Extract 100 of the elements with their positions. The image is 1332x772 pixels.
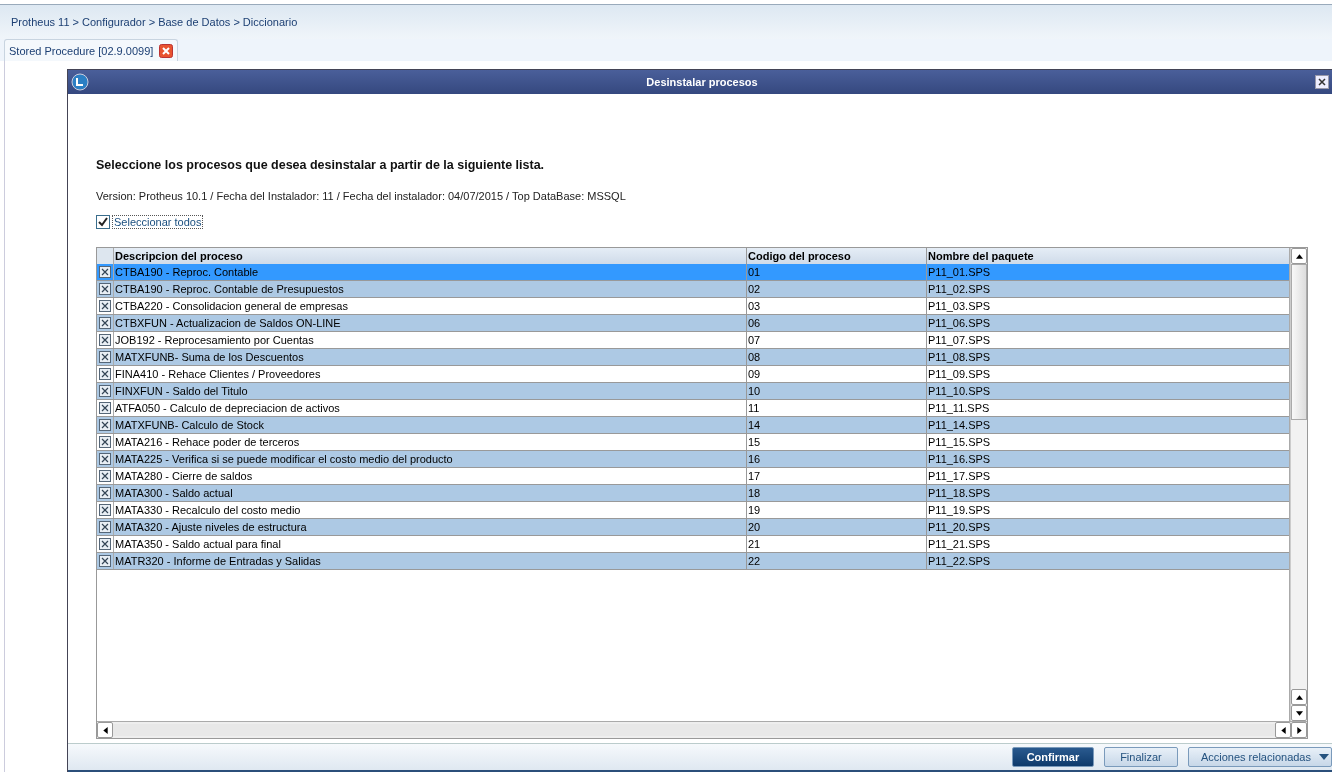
table-row[interactable]: MATA350 - Saldo actual para final 21 P11_21.SPS <box>97 536 1289 553</box>
table-cell: 08 <box>747 349 927 365</box>
table-row[interactable]: CTBA190 - Reproc. Contable 01 P11_01.SPS <box>97 264 1289 281</box>
action-button[interactable]: Finalizar <box>1103 747 1178 767</box>
close-icon[interactable] <box>159 43 174 58</box>
row-checkbox[interactable] <box>99 436 111 448</box>
row-checkbox[interactable] <box>99 470 111 482</box>
table-cell: 17 <box>747 468 927 484</box>
row-checkbox[interactable] <box>99 283 111 295</box>
header-corner-cell <box>97 248 114 264</box>
row-checkbox[interactable] <box>99 453 111 465</box>
table-cell: MATA330 - Recalculo del costo medio <box>114 502 747 518</box>
table-cell: MATA225 - Verifica si se puede modificar el costo medio del producto <box>114 451 747 467</box>
table-row[interactable]: CTBXFUN - Actualizacion de Saldos ON-LINE 06 P11_06.SPS <box>97 315 1289 332</box>
table-cell: MATXFUNB- Calculo de Stock <box>114 417 747 433</box>
row-checkbox[interactable] <box>99 402 111 414</box>
table-cell: MATR320 - Informe de Entradas y Salidas <box>114 553 747 569</box>
table-row[interactable]: MATA225 - Verifica si se puede modificar el costo medio del producto 16 P11_16.SPS <box>97 451 1289 468</box>
column-header[interactable]: Nombre del paquete <box>927 250 1289 262</box>
scroll-up-button[interactable] <box>1291 689 1307 705</box>
horizontal-scrollbar[interactable] <box>97 721 1307 738</box>
table-row[interactable]: MATXFUNB- Calculo de Stock 14 P11_14.SPS <box>97 417 1289 434</box>
row-checkbox[interactable] <box>99 504 111 516</box>
instruction-text: Seleccione los procesos que desea desinstalar a partir de la siguiente lista. <box>96 158 546 172</box>
row-checkbox[interactable] <box>99 351 111 363</box>
action-button[interactable]: Confirmar <box>1011 747 1094 767</box>
table-cell: MATA300 - Saldo actual <box>114 485 747 501</box>
table-cell: 15 <box>747 434 927 450</box>
table-row[interactable]: MATXFUNB- Suma de los Descuentos 08 P11_08.SPS <box>97 349 1289 366</box>
scroll-left-button[interactable] <box>97 722 113 738</box>
select-all-checkbox[interactable] <box>96 215 110 229</box>
scroll-down-button[interactable] <box>1291 705 1307 721</box>
table-cell: 14 <box>747 417 927 433</box>
table-cell-text: P11_07.SPS <box>927 334 992 346</box>
table-cell: JOB192 - Reprocesamiento por Cuentas <box>114 332 747 348</box>
table-cell: 19 <box>747 502 927 518</box>
up-arrow-icon <box>1295 693 1303 701</box>
table-cell-text: P11_19.SPS <box>927 504 992 516</box>
caret-icon <box>1319 754 1329 760</box>
table-row[interactable]: MATR320 - Informe de Entradas y Salidas 22 P11_22.SPS <box>97 553 1289 570</box>
row-checkbox[interactable] <box>99 385 111 397</box>
dropdown-button[interactable]: Acciones relacionadas <box>1187 747 1332 767</box>
table-cell: 01 <box>747 264 927 280</box>
table-cell: CTBA190 - Reproc. Contable <box>114 264 747 280</box>
table-cell: MATA350 - Saldo actual para final <box>114 536 747 552</box>
table-cell-text: P11_22.SPS <box>927 555 992 567</box>
scrollbar-thumb[interactable] <box>1291 264 1307 420</box>
table-cell-text: P11_14.SPS <box>927 419 992 431</box>
table-cell: 02 <box>747 281 927 297</box>
table-cell-text: P11_10.SPS <box>927 385 992 397</box>
row-checkbox[interactable] <box>99 317 111 329</box>
dialog-title: Desinstalar procesos <box>645 76 759 88</box>
table-row[interactable]: CTBA190 - Reproc. Contable de Presupuestos 02 P11_02.SPS <box>97 281 1289 298</box>
table-cell-text: P11_06.SPS <box>927 317 992 329</box>
table-cell: FINA410 - Rehace Clientes / Proveedores <box>114 366 747 382</box>
row-checkbox[interactable] <box>99 334 111 346</box>
row-checkbox[interactable] <box>99 538 111 550</box>
up-arrow-icon <box>1295 252 1303 260</box>
scroll-up-button[interactable] <box>1291 248 1307 264</box>
table-row[interactable]: CTBA220 - Consolidacion general de empresas 03 P11_03.SPS <box>97 298 1289 315</box>
row-checkbox[interactable] <box>99 521 111 533</box>
table-cell: MATA216 - Rehace poder de terceros <box>114 434 747 450</box>
table-row[interactable]: ATFA050 - Calculo de depreciacion de activos 11 P11_11.SPS <box>97 400 1289 417</box>
table-row[interactable]: FINA410 - Rehace Clientes / Proveedores 09 P11_09.SPS <box>97 366 1289 383</box>
table-cell: 21 <box>747 536 927 552</box>
table-cell-text: P11_08.SPS <box>927 351 992 363</box>
table-row[interactable]: MATA216 - Rehace poder de terceros 15 P11_15.SPS <box>97 434 1289 451</box>
table-cell: CTBA220 - Consolidacion general de empresas <box>114 298 747 314</box>
table-row[interactable]: MATA320 - Ajuste niveles de estructura 20 P11_20.SPS <box>97 519 1289 536</box>
table-cell: 22 <box>747 553 927 569</box>
row-checkbox[interactable] <box>99 266 111 278</box>
row-checkbox[interactable] <box>99 300 111 312</box>
table-cell: MATA280 - Cierre de saldos <box>114 468 747 484</box>
tab[interactable]: Stored Procedure [02.9.0099] <box>4 39 179 61</box>
table-cell-text: P11_02.SPS <box>927 283 992 295</box>
table-cell: FINXFUN - Saldo del Titulo <box>114 383 747 399</box>
row-checkbox[interactable] <box>99 368 111 380</box>
table-cell: CTBA190 - Reproc. Contable de Presupuestos <box>114 281 747 297</box>
row-checkbox[interactable] <box>99 487 111 499</box>
scroll-right-button[interactable] <box>1291 722 1307 738</box>
table-row[interactable]: MATA300 - Saldo actual 18 P11_18.SPS <box>97 485 1289 502</box>
scroll-left-button[interactable] <box>1275 722 1291 738</box>
close-icon[interactable] <box>1315 75 1329 89</box>
table-row[interactable]: JOB192 - Reprocesamiento por Cuentas 07 P11_07.SPS <box>97 332 1289 349</box>
table-row[interactable]: FINXFUN - Saldo del Titulo 10 P11_10.SPS <box>97 383 1289 400</box>
table-cell: 11 <box>747 400 927 416</box>
table-cell: ATFA050 - Calculo de depreciacion de activos <box>114 400 747 416</box>
table-row[interactable]: MATA280 - Cierre de saldos 17 P11_17.SPS <box>97 468 1289 485</box>
row-checkbox[interactable] <box>99 555 111 567</box>
table-cell: CTBXFUN - Actualizacion de Saldos ON-LINE <box>114 315 747 331</box>
table-cell: MATXFUNB- Suma de los Descuentos <box>114 349 747 365</box>
table-cell: 18 <box>747 485 927 501</box>
row-checkbox[interactable] <box>99 419 111 431</box>
select-all-label[interactable]: Seleccionar todos <box>112 215 204 229</box>
table-cell-text: P11_16.SPS <box>927 453 992 465</box>
table-cell: 09 <box>747 366 927 382</box>
table-row[interactable]: MATA330 - Recalculo del costo medio 19 P11_19.SPS <box>97 502 1289 519</box>
left-arrow-icon <box>1279 726 1287 734</box>
vertical-scrollbar[interactable] <box>1290 248 1307 721</box>
left-arrow-icon <box>101 726 109 734</box>
